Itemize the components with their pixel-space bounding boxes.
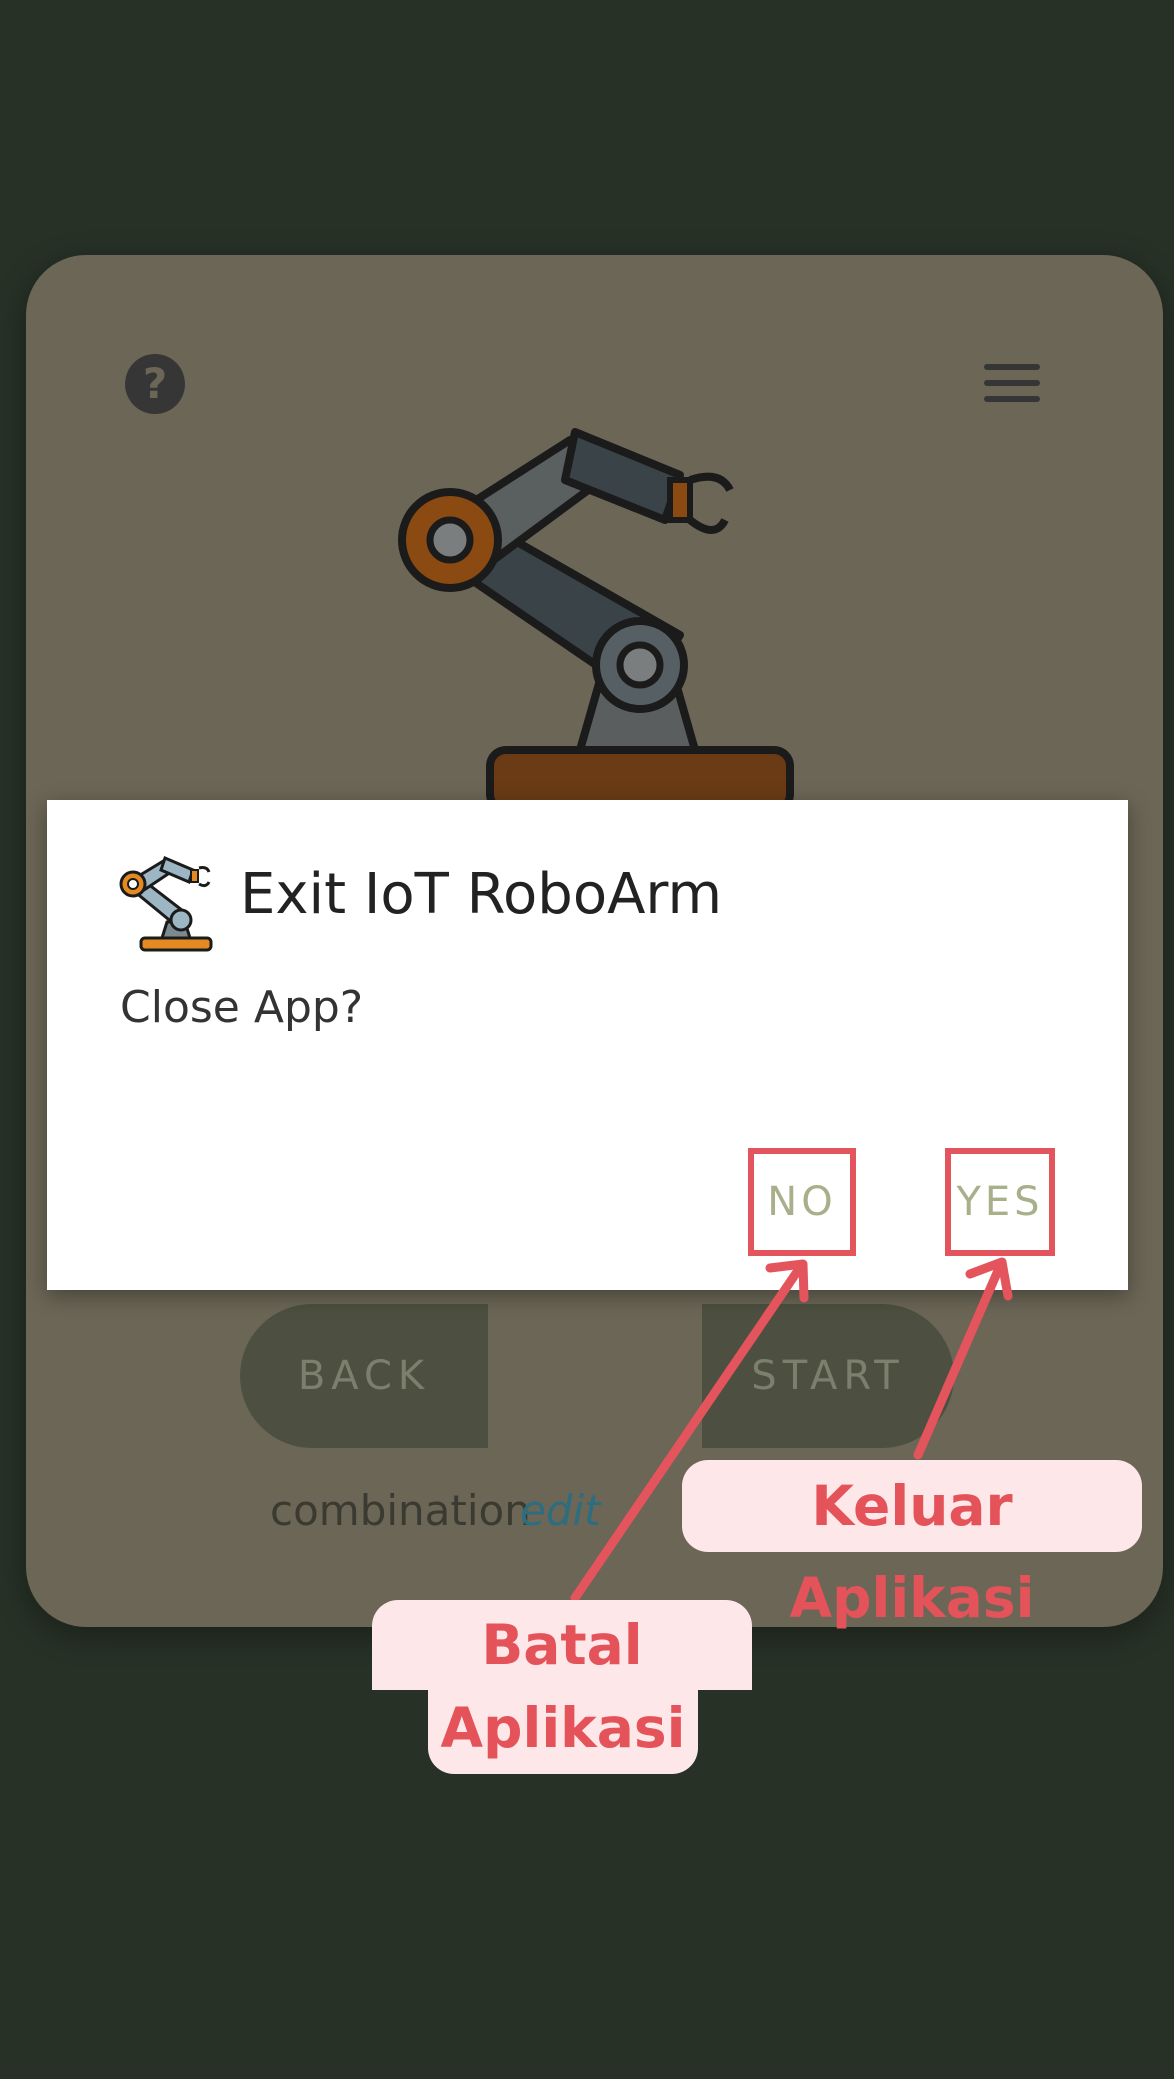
help-icon[interactable]: ? [124,353,186,415]
combination-edit-link[interactable]: edit [520,1486,601,1535]
callout-keluar-aplikasi: Keluar Aplikasi [682,1460,1142,1630]
back-button[interactable]: BACK [240,1304,488,1448]
robot-arm-icon [119,855,213,952]
callout-batal-keluar-line2: Aplikasi [428,1688,698,1774]
svg-text:?: ? [143,359,167,408]
robot-arm-icon [398,428,794,800]
start-button[interactable]: START [702,1304,954,1448]
yes-button[interactable]: YES [945,1148,1055,1256]
exit-dialog: Exit IoT RoboArm Close App? NO YES [47,800,1128,1290]
menu-icon[interactable] [982,362,1042,404]
dialog-message: Close App? [120,982,364,1033]
dialog-title: Exit IoT RoboArm [240,862,722,927]
callout-batal-keluar-line1: Batal Keluar [372,1600,752,1767]
no-button[interactable]: NO [748,1148,856,1256]
combination-label: combination [270,1486,531,1535]
